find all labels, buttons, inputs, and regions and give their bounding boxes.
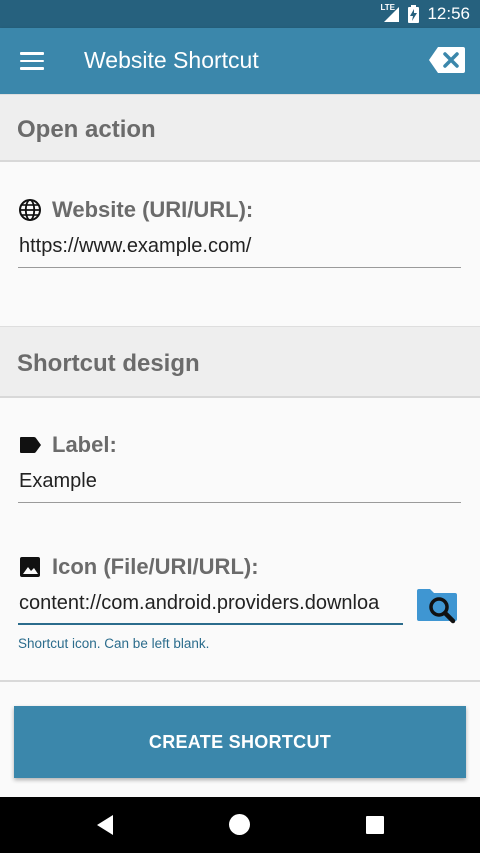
browse-folder-search-icon[interactable] [416, 587, 458, 625]
nav-recent-apps-icon[interactable] [366, 816, 384, 834]
icon-field-label: Icon (File/URI/URL): [52, 554, 259, 579]
app-bar: Website Shortcut [0, 28, 480, 94]
app-title: Website Shortcut [84, 47, 259, 73]
nav-back-icon[interactable] [96, 814, 114, 836]
status-time: 12:56 [427, 4, 470, 23]
icon-uri-input[interactable] [18, 589, 403, 625]
website-label: Website (URI/URL): [52, 197, 254, 222]
image-icon [20, 557, 40, 577]
create-shortcut-button[interactable]: CREATE SHORTCUT [14, 706, 466, 778]
label-field-label: Label: [52, 432, 117, 457]
icon-label-row: Icon (File/URI/URL): [18, 554, 259, 580]
battery-charging-icon [408, 5, 420, 23]
clear-backspace-icon[interactable] [428, 46, 466, 74]
globe-icon [19, 199, 41, 221]
nav-home-icon[interactable] [229, 814, 250, 835]
navigation-bar [0, 797, 480, 853]
section-open-action: Open action [0, 94, 480, 162]
status-bar: LTE 12:56 [0, 0, 480, 28]
menu-icon[interactable] [20, 52, 44, 70]
section-title-open-action: Open action [17, 116, 156, 143]
label-input[interactable] [18, 467, 461, 503]
label-tag-icon [20, 437, 41, 453]
section-shortcut-design: Shortcut design [0, 326, 480, 398]
signal-lte-icon: LTE [380, 3, 400, 23]
status-icons: LTE 12:56 [380, 0, 470, 28]
label-label-row: Label: [18, 432, 117, 458]
website-label-row: Website (URI/URL): [18, 197, 253, 223]
icon-helper-text: Shortcut icon. Can be left blank. [18, 636, 210, 651]
section-title-shortcut-design: Shortcut design [17, 350, 200, 377]
website-url-input[interactable] [18, 232, 461, 268]
bottom-divider [0, 680, 480, 682]
